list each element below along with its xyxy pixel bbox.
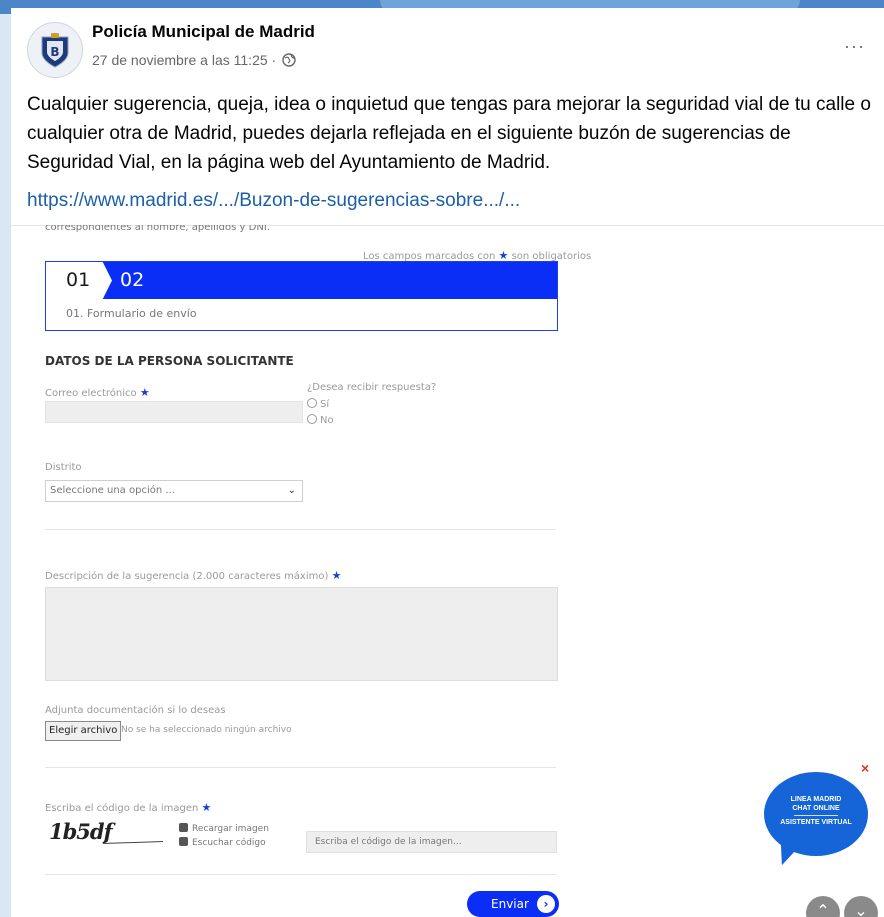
captcha-label-text: Escriba el código de la imagen [45, 803, 199, 814]
choose-file-button[interactable]: Elegir archivo [45, 721, 122, 741]
email-field[interactable] [45, 401, 303, 423]
email-label: Correo electrónico ★ [45, 386, 150, 399]
radio-yes[interactable]: Sí [307, 398, 329, 410]
response-label: ¿Desea recibir respuesta? [307, 382, 437, 393]
radio-no[interactable]: No [307, 414, 334, 426]
description-label-text: Descripción de la sugerencia (2.000 cara… [45, 571, 329, 582]
step-caption: 01. Formulario de envío [66, 307, 197, 320]
post-date[interactable]: 27 de noviembre a las 11:25 · [92, 52, 296, 68]
captcha-image: 1b5df [45, 819, 165, 855]
send-button-label: Enviar [491, 897, 529, 911]
district-select-value: Seleccione una opción ... [50, 485, 175, 496]
avatar[interactable]: B [27, 22, 83, 78]
close-icon[interactable]: × [861, 760, 869, 776]
chevron-down-icon[interactable]: ⌄ [844, 896, 878, 917]
divider [45, 529, 556, 530]
chat-widget[interactable]: LINEA MADRID CHAT ONLINE ASISTENTE VIRTU… [764, 772, 868, 856]
captcha-text: 1b5df [49, 819, 113, 844]
district-label: Distrito [45, 462, 82, 473]
chat-line-1: LINEA MADRID [790, 796, 842, 803]
email-label-text: Correo electrónico [45, 388, 137, 399]
required-star-icon: ★ [201, 801, 212, 814]
radio-yes-icon [307, 398, 317, 408]
chat-line-2: CHAT ONLINE [792, 805, 840, 812]
reload-captcha-button[interactable]: Recargar imagen [179, 823, 269, 834]
description-label: Descripción de la sugerencia (2.000 cara… [45, 569, 341, 582]
required-star-icon: ★ [139, 386, 150, 399]
svg-text:B: B [50, 45, 59, 59]
section-title: DATOS DE LA PERSONA SOLICITANTE [45, 354, 294, 368]
description-textarea[interactable] [45, 587, 558, 681]
reload-icon [179, 823, 188, 832]
post-date-text[interactable]: 27 de noviembre a las 11:25 · [92, 52, 276, 68]
required-star-icon: ★ [331, 569, 342, 582]
speaker-icon [179, 837, 188, 846]
chat-line-3: ASISTENTE VIRTUAL [780, 819, 852, 826]
listen-captcha-label: Escuchar código [192, 838, 266, 848]
attach-label: Adjunta documentación si lo deseas [45, 705, 226, 716]
radio-no-label: No [320, 415, 334, 426]
form-steps: 01 02 01. Formulario de envío [45, 261, 558, 331]
post-link[interactable]: https://www.madrid.es/.../Buzon-de-suger… [27, 190, 520, 212]
form-screenshot[interactable]: correspondientes al nombre, apellidos y … [11, 225, 884, 917]
chevron-up-icon[interactable]: ⌃ [806, 896, 840, 917]
captcha-label: Escriba el código de la imagen ★ [45, 801, 211, 814]
district-select[interactable]: Seleccione una opción ... ⌄ [45, 480, 303, 502]
captcha-input[interactable]: Escriba el código de la imagen... [306, 831, 557, 853]
post-text: Cualquier sugerencia, queja, idea o inqu… [27, 94, 871, 173]
radio-no-icon [307, 414, 317, 424]
divider [45, 874, 556, 875]
listen-captcha-button[interactable]: Escuchar código [179, 837, 266, 848]
coat-of-arms-icon: B [41, 33, 69, 68]
page-name[interactable]: Policía Municipal de Madrid [92, 22, 315, 42]
facebook-post: B Policía Municipal de Madrid 27 de novi… [11, 8, 884, 917]
globe-icon [282, 53, 296, 67]
cut-off-text: correspondientes al nombre, apellidos y … [45, 225, 270, 233]
arrow-right-icon: › [537, 895, 555, 913]
divider [45, 767, 556, 768]
radio-yes-label: Sí [320, 399, 330, 410]
more-options-icon[interactable]: ··· [844, 36, 865, 57]
send-button[interactable]: Enviar › [467, 891, 559, 917]
chevron-down-icon: ⌄ [287, 485, 296, 496]
reload-captcha-label: Recargar imagen [192, 824, 269, 834]
step-01: 01 [46, 262, 112, 299]
file-status: No se ha seleccionado ningún archivo [121, 725, 292, 735]
post-header: B Policía Municipal de Madrid 27 de novi… [11, 8, 884, 78]
step-02: 02 [120, 269, 145, 291]
